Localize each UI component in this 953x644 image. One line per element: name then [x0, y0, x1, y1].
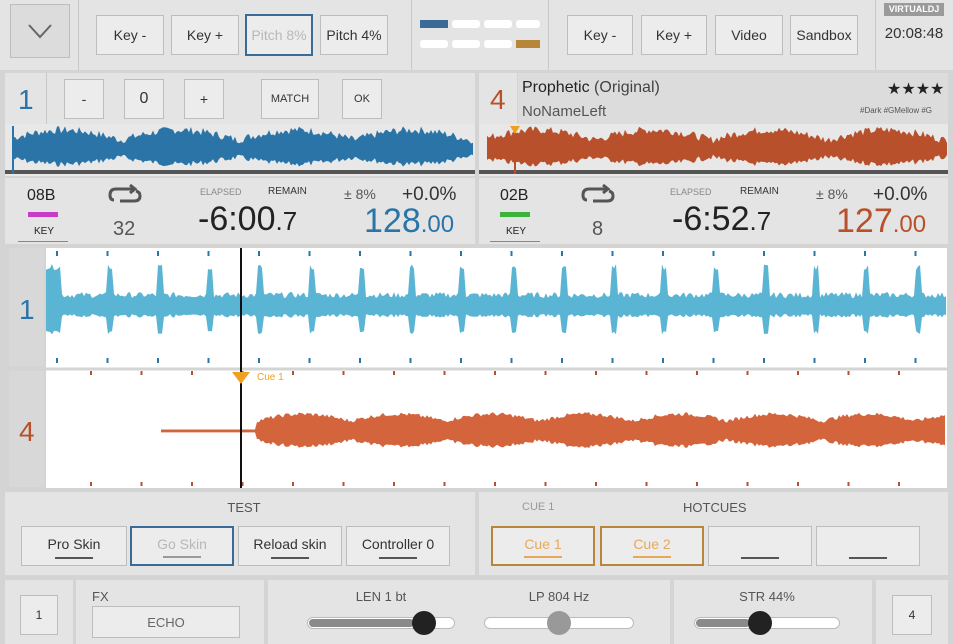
hotcues-title: HOTCUES — [683, 500, 747, 515]
deck4-time: -6:52.7 — [672, 200, 772, 238]
deck1-number: 1 — [18, 84, 34, 115]
fx-label: FX — [92, 589, 109, 604]
pro-skin-button[interactable]: Pro Skin — [21, 526, 127, 566]
clock: 20:08:48 — [884, 25, 944, 42]
cue-1-marker-label: Cue 1 — [257, 372, 284, 383]
match-button[interactable]: MATCH — [261, 79, 319, 119]
level-meters — [420, 18, 544, 52]
deck4-overview[interactable] — [479, 124, 948, 176]
hotcues-cue-label: CUE 1 — [522, 501, 555, 513]
chevron-down-icon — [28, 24, 52, 39]
loop-icon[interactable] — [581, 184, 615, 206]
lp-label: LP 804 Hz — [528, 589, 590, 604]
lp-slider[interactable] — [484, 611, 634, 635]
cue-3-button[interactable] — [708, 526, 812, 566]
deck1-remain-label[interactable]: REMAIN — [268, 186, 307, 197]
key-plus-button-left[interactable]: Key + — [171, 15, 239, 55]
deck1-key-color — [28, 212, 58, 217]
deck4-tags: #Dark #GMellow #G — [860, 106, 933, 115]
deck4-waveform-number: 4 — [19, 416, 35, 447]
fx-select[interactable]: ECHO — [92, 606, 240, 638]
pitch-zero-button[interactable]: 0 — [124, 79, 164, 119]
deck4-key: 02B — [500, 187, 529, 204]
virtualdj-logo: VIRTUALDJ — [884, 3, 944, 16]
test-panel-title: TEST — [227, 500, 261, 515]
pitch-minus-button[interactable]: - — [64, 79, 104, 119]
deck4-key-label: KEY — [506, 226, 527, 237]
cue-4-button[interactable] — [816, 526, 920, 566]
controller-0-button[interactable]: Controller 0 — [346, 526, 450, 566]
go-skin-button[interactable]: Go Skin — [130, 526, 234, 566]
deck4-key-color — [500, 212, 530, 217]
deck1-waveform-number: 1 — [19, 294, 35, 325]
deck4-bpm: 127.00 — [836, 202, 927, 240]
deck4-remain-label[interactable]: REMAIN — [740, 186, 779, 197]
deck4-rating[interactable]: ★★★★ — [887, 79, 944, 99]
deck4-pitch-range[interactable]: ± 8% — [816, 186, 848, 202]
key-minus-button-left[interactable]: Key - — [96, 15, 164, 55]
len-slider[interactable] — [307, 611, 455, 635]
deck4-select-button[interactable]: 4 — [892, 595, 932, 635]
deck1-pitch-range[interactable]: ± 8% — [344, 186, 376, 202]
deck1-time: -6:00.7 — [198, 200, 298, 238]
sandbox-button[interactable]: Sandbox — [790, 15, 858, 55]
str-label: STR 44% — [739, 589, 795, 604]
key-minus-button-right[interactable]: Key - — [567, 15, 633, 55]
deck4-number: 4 — [490, 84, 506, 115]
deck1-select-button[interactable]: 1 — [20, 595, 58, 635]
deck1-overview[interactable] — [5, 124, 475, 176]
cue-2-button[interactable]: Cue 2 — [600, 526, 704, 566]
deck4-artist: NoNameLeft — [522, 103, 607, 120]
deck1-bpm: 128.00 — [364, 202, 455, 240]
deck4-elapsed-label[interactable]: ELAPSED — [670, 187, 712, 197]
deck1-loop-value: 32 — [113, 218, 136, 240]
video-button[interactable]: Video — [715, 15, 783, 55]
loop-icon[interactable] — [108, 184, 142, 206]
pitch-4-button[interactable]: Pitch 4% — [320, 15, 388, 55]
str-slider[interactable] — [694, 611, 840, 635]
deck1-key-label: KEY — [34, 226, 55, 237]
reload-skin-button[interactable]: Reload skin — [238, 526, 342, 566]
pitch-8-button[interactable]: Pitch 8% — [245, 14, 313, 56]
len-label: LEN 1 bt — [355, 589, 407, 604]
key-plus-button-right[interactable]: Key + — [641, 15, 707, 55]
scrolling-waveform[interactable] — [46, 248, 947, 488]
pitch-plus-button[interactable]: + — [184, 79, 224, 119]
deck1-key: 08B — [27, 187, 56, 204]
deck4-loop-value: 8 — [592, 218, 604, 240]
cue-1-button[interactable]: Cue 1 — [491, 526, 595, 566]
deck4-title: Prophetic (Original) — [522, 79, 660, 96]
deck1-elapsed-label[interactable]: ELAPSED — [200, 187, 242, 197]
ok-button[interactable]: OK — [342, 79, 382, 119]
menu-button[interactable] — [10, 4, 70, 58]
